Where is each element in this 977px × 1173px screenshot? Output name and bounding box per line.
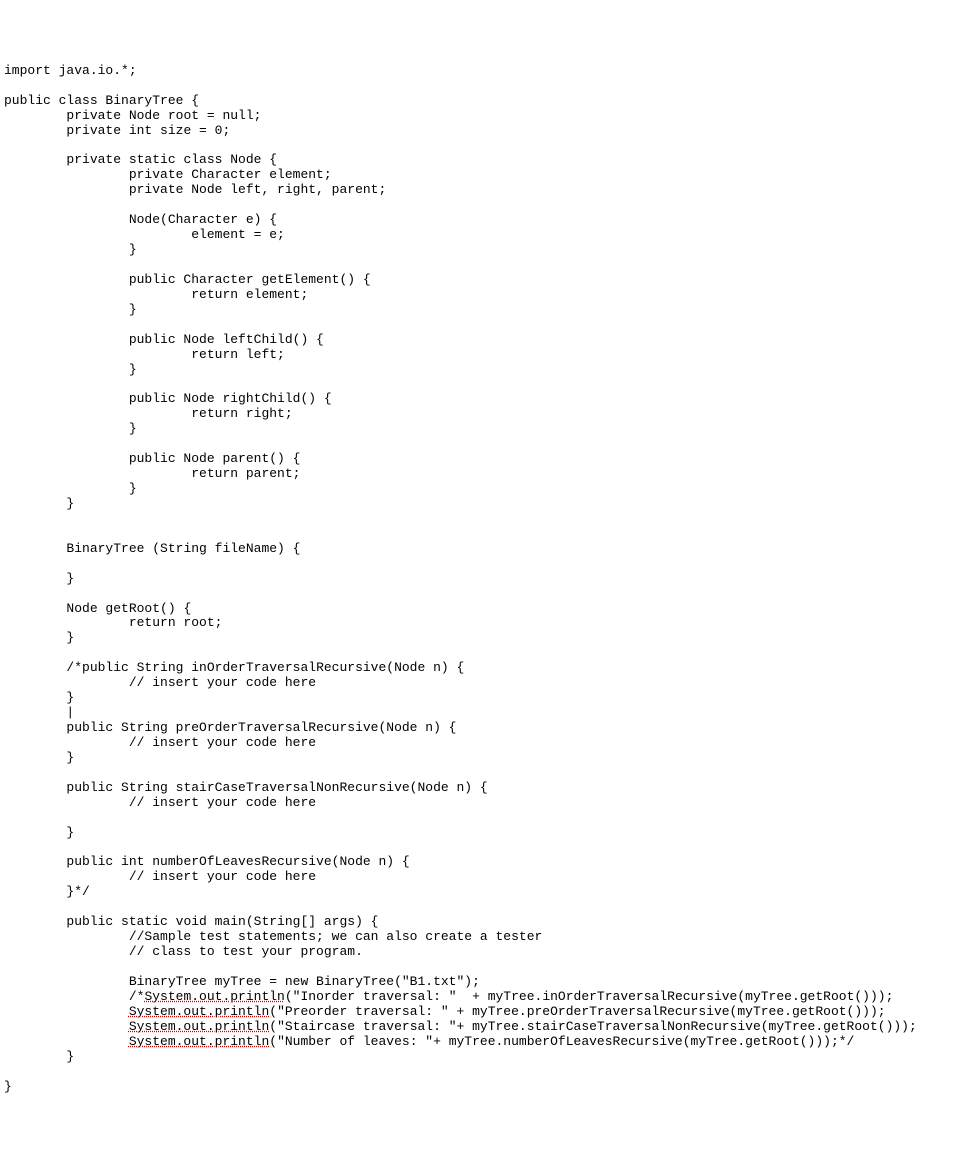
code-line: public Character getElement() {	[4, 273, 973, 288]
code-line: private static class Node {	[4, 153, 973, 168]
code-line: //Sample test statements; we can also cr…	[4, 930, 973, 945]
code-line: public int numberOfLeavesRecursive(Node …	[4, 855, 973, 870]
spellcheck-underline: System.out.println	[129, 1004, 269, 1019]
code-line	[4, 960, 973, 975]
code-line: Node(Character e) {	[4, 213, 973, 228]
code-line	[4, 138, 973, 153]
code-line: }	[4, 243, 973, 258]
code-line	[4, 811, 973, 826]
code-line	[4, 437, 973, 452]
code-line: private Character element;	[4, 168, 973, 183]
code-line: }	[4, 572, 973, 587]
spellcheck-underline: System.out.println	[129, 1019, 269, 1034]
code-line: }	[4, 1050, 973, 1065]
code-line: }	[4, 826, 973, 841]
code-line: BinaryTree (String fileName) {	[4, 542, 973, 557]
code-line	[4, 318, 973, 333]
code-line	[4, 900, 973, 915]
spellcheck-underline: System.out.println	[129, 1034, 269, 1049]
code-line: public String stairCaseTraversalNonRecur…	[4, 781, 973, 796]
code-line: // insert your code here	[4, 796, 973, 811]
code-line: }	[4, 631, 973, 646]
code-line	[4, 587, 973, 602]
code-line: }	[4, 497, 973, 512]
code-line: Node getRoot() {	[4, 602, 973, 617]
code-line: }	[4, 422, 973, 437]
code-block: import java.io.*; public class BinaryTre…	[4, 64, 973, 1095]
code-line: return left;	[4, 348, 973, 363]
code-line: /*System.out.println("Inorder traversal:…	[4, 990, 973, 1005]
code-line: }	[4, 751, 973, 766]
code-line: return parent;	[4, 467, 973, 482]
spellcheck-underline: System.out.println	[144, 989, 284, 1004]
code-line: /*public String inOrderTraversalRecursiv…	[4, 661, 973, 676]
code-line: public class BinaryTree {	[4, 94, 973, 109]
code-line	[4, 766, 973, 781]
code-line	[4, 841, 973, 856]
code-line: // class to test your program.	[4, 945, 973, 960]
code-line: public static void main(String[] args) {	[4, 915, 973, 930]
code-line: }*/	[4, 885, 973, 900]
code-line	[4, 646, 973, 661]
code-line: public String preOrderTraversalRecursive…	[4, 721, 973, 736]
code-line: }	[4, 482, 973, 497]
code-line: System.out.println("Number of leaves: "+…	[4, 1035, 973, 1050]
code-line: public Node leftChild() {	[4, 333, 973, 348]
code-line: return right;	[4, 407, 973, 422]
code-line: System.out.println("Preorder traversal: …	[4, 1005, 973, 1020]
code-line: System.out.println("Staircase traversal:…	[4, 1020, 973, 1035]
code-line: return element;	[4, 288, 973, 303]
code-line	[4, 198, 973, 213]
code-line: }	[4, 691, 973, 706]
code-line: // insert your code here	[4, 870, 973, 885]
code-line: public Node rightChild() {	[4, 392, 973, 407]
code-line: element = e;	[4, 228, 973, 243]
code-line: // insert your code here	[4, 676, 973, 691]
code-line: public Node parent() {	[4, 452, 973, 467]
code-line: private Node left, right, parent;	[4, 183, 973, 198]
code-line	[4, 512, 973, 527]
code-line: return root;	[4, 616, 973, 631]
code-line	[4, 527, 973, 542]
code-line	[4, 557, 973, 572]
code-line: }	[4, 303, 973, 318]
code-line: |	[4, 706, 973, 721]
code-line	[4, 79, 973, 94]
code-line: private int size = 0;	[4, 124, 973, 139]
code-line: private Node root = null;	[4, 109, 973, 124]
code-line	[4, 1065, 973, 1080]
code-line: }	[4, 1080, 973, 1095]
code-line	[4, 258, 973, 273]
code-line: BinaryTree myTree = new BinaryTree("B1.t…	[4, 975, 973, 990]
code-line: import java.io.*;	[4, 64, 973, 79]
code-line	[4, 377, 973, 392]
code-line: }	[4, 363, 973, 378]
code-line: // insert your code here	[4, 736, 973, 751]
